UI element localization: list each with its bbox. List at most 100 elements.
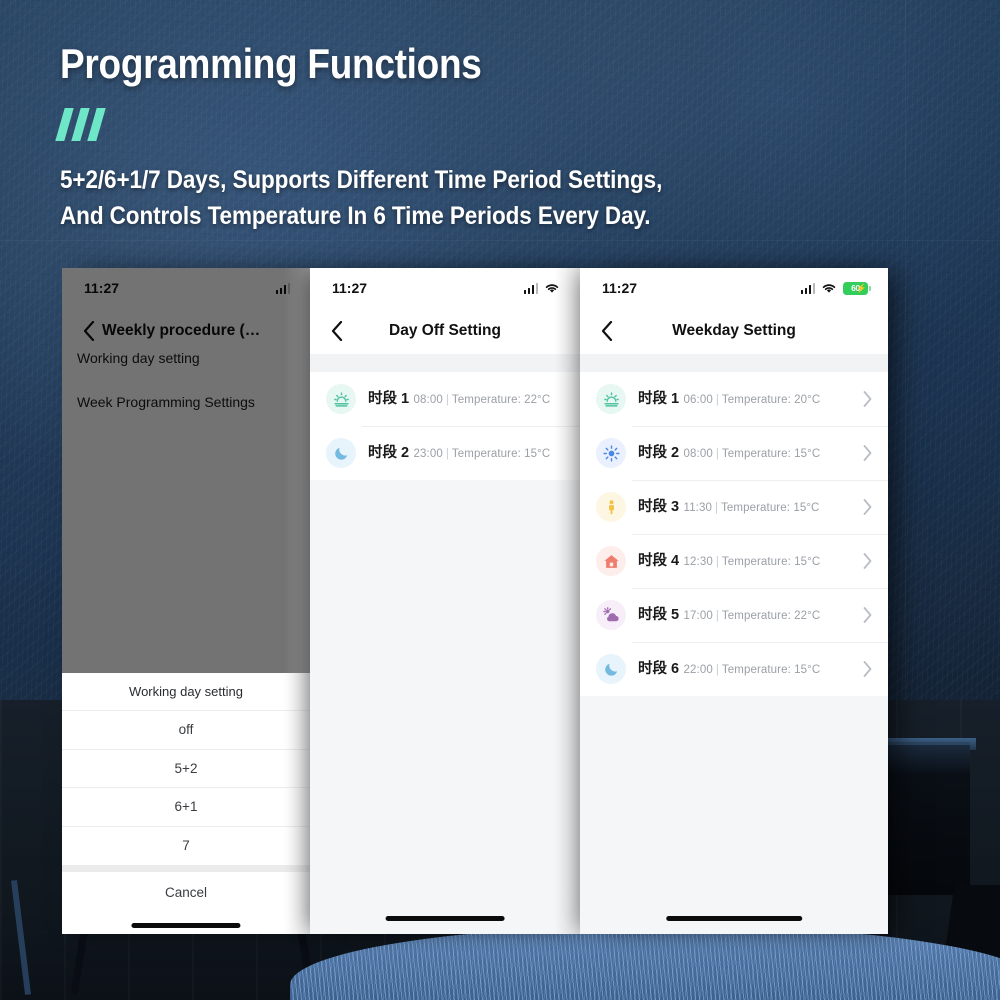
- list-item-text: 时段 3 11:30 | Temperature: 15°C: [638, 498, 851, 516]
- cancel-button[interactable]: Cancel: [62, 872, 310, 912]
- separator: |: [715, 663, 719, 676]
- menu-item-label: Working day setting: [77, 350, 200, 366]
- wall-seam-horizontal: [0, 240, 1000, 241]
- option-label: 5+2: [174, 760, 198, 776]
- cellular-signal-icon: [275, 282, 290, 294]
- list-item-text: 时段 4 12:30 | Temperature: 15°C: [638, 552, 851, 570]
- phone-screen-day-off-setting: 11:27 Day Off Setting 时段 1 08:00 | Tempe…: [310, 268, 580, 934]
- nav-bar: Day Off Setting: [310, 308, 580, 354]
- home-indicator[interactable]: [385, 916, 505, 921]
- wifi-icon: [545, 284, 559, 293]
- mid-screen: 11:27 Day Off Setting 时段 1 08:00 | Tempe…: [310, 268, 580, 934]
- period-temperature: Temperature: 22°C: [721, 609, 821, 622]
- period-time: 08:00: [413, 393, 443, 406]
- status-bar: 11:27: [310, 268, 580, 308]
- subtitle-line-1: 5+2/6+1/7 Days, Supports Different Time …: [60, 166, 663, 195]
- separator: |: [715, 393, 719, 406]
- chevron-right-icon[interactable]: [863, 391, 872, 407]
- home-indicator[interactable]: [131, 923, 241, 928]
- period-temperature: Temperature: 15°C: [721, 447, 821, 460]
- status-time: 11:27: [84, 280, 120, 296]
- period-list: 时段 1 06:00 | Temperature: 20°C 时段 2 08:0…: [580, 372, 888, 696]
- action-sheet-option-6plus1[interactable]: 6+1: [62, 788, 310, 827]
- chevron-left-icon[interactable]: [594, 318, 620, 344]
- list-item[interactable]: 时段 6 22:00 | Temperature: 15°C: [580, 642, 888, 696]
- sun-behind-cloud-icon: [596, 600, 626, 630]
- status-bar: 11:27: [62, 268, 310, 308]
- phone-screen-weekday-setting: 11:27 60 ⚡ Weekday Setting 时段 1 06:00 | …: [580, 268, 888, 934]
- list-item[interactable]: 时段 2 08:00 | Temperature: 15°C: [580, 426, 888, 480]
- period-time: 06:00: [683, 393, 713, 406]
- battery-icon: 60 ⚡: [843, 281, 871, 295]
- home-indicator[interactable]: [666, 916, 802, 921]
- option-label: 7: [182, 838, 190, 854]
- chevron-right-icon[interactable]: [863, 499, 872, 515]
- phone-screen-weekly-procedure: 11:27 Weekly procedure (working... Worki…: [62, 268, 310, 934]
- period-detail: 23:00 | Temperature: 15°C: [414, 448, 551, 460]
- action-sheet-option-5plus2[interactable]: 5+2: [62, 749, 310, 788]
- nav-bar: Weekday Setting: [580, 308, 888, 354]
- moon-icon: [326, 438, 356, 468]
- separator: |: [714, 501, 719, 514]
- period-detail: 08:00 | Temperature: 22°C: [414, 394, 551, 406]
- cancel-label: Cancel: [164, 884, 208, 900]
- period-detail: 22:00 | Temperature: 15°C: [684, 664, 821, 676]
- separator: |: [445, 393, 449, 406]
- product-banner-scene: Programming Functions 5+2/6+1/7 Days, Su…: [0, 0, 1000, 1000]
- list-top-spacer: [580, 354, 888, 372]
- sunrise-icon: [326, 384, 356, 414]
- wifi-icon: [822, 284, 836, 293]
- nav-title: Weekday Setting: [672, 322, 796, 339]
- menu-item-label: Week Programming Settings: [77, 394, 255, 410]
- list-item[interactable]: 时段 1 08:00 | Temperature: 22°C: [310, 372, 580, 426]
- accent-slashes: [55, 108, 820, 142]
- period-temperature: Temperature: 15°C: [721, 555, 821, 568]
- list-item-text: 时段 6 22:00 | Temperature: 15°C: [638, 660, 851, 678]
- menu-item-week-programming-settings[interactable]: Week Programming Settings: [62, 380, 310, 424]
- option-label: off: [178, 722, 194, 738]
- menu-item-working-day-setting[interactable]: Working day setting: [62, 336, 310, 380]
- chevron-right-icon[interactable]: [863, 553, 872, 569]
- action-sheet-divider: [62, 865, 310, 872]
- period-time: 11:30: [683, 501, 712, 514]
- cellular-signal-icon: [523, 282, 538, 294]
- period-temperature: Temperature: 22°C: [451, 393, 551, 406]
- subtitle-line-2: And Controls Temperature In 6 Time Perio…: [60, 201, 651, 230]
- action-sheet-option-7[interactable]: 7: [62, 826, 310, 865]
- chevron-right-icon[interactable]: [863, 445, 872, 461]
- period-list: 时段 1 08:00 | Temperature: 22°C 时段 2 23:00 |…: [310, 372, 580, 480]
- period-name: 时段 1: [638, 390, 680, 407]
- list-item-text: 时段 5 17:00 | Temperature: 22°C: [638, 606, 851, 624]
- list-item-text: 时段 2 23:00 | Temperature: 15°C: [368, 444, 564, 462]
- action-sheet-bottom-padding: [62, 912, 310, 934]
- chevron-right-icon[interactable]: [863, 661, 872, 677]
- period-temperature: Temperature: 15°C: [721, 663, 821, 676]
- list-item[interactable]: 时段 1 06:00 | Temperature: 20°C: [580, 372, 888, 426]
- separator: |: [445, 447, 449, 460]
- period-detail: 08:00 | Temperature: 15°C: [684, 448, 821, 460]
- list-item[interactable]: 时段 5 17:00 | Temperature: 22°C: [580, 588, 888, 642]
- nav-title: Day Off Setting: [389, 322, 501, 339]
- status-indicators: [523, 282, 561, 294]
- action-sheet-group: Working day setting off 5+2 6+1 7: [62, 672, 310, 865]
- accent-slash-icon: [87, 108, 106, 142]
- separator: |: [715, 447, 719, 460]
- period-name: 时段 3: [638, 498, 680, 515]
- list-item[interactable]: 时段 3 11:30 | Temperature: 15°C: [580, 480, 888, 534]
- action-sheet-working-day-setting: Working day setting off 5+2 6+1 7 Cancel: [62, 672, 310, 934]
- list-item[interactable]: 时段 2 23:00 | Temperature: 15°C: [310, 426, 580, 480]
- action-sheet-option-off[interactable]: off: [62, 711, 310, 750]
- period-name: 时段 1: [368, 390, 410, 407]
- chevron-left-icon[interactable]: [324, 318, 350, 344]
- status-time: 11:27: [602, 280, 638, 296]
- list-item[interactable]: 时段 4 12:30 | Temperature: 15°C: [580, 534, 888, 588]
- sunrise-icon: [596, 384, 626, 414]
- list-item-text: 时段 1 06:00 | Temperature: 20°C: [638, 390, 851, 408]
- period-name: 时段 4: [638, 552, 680, 569]
- headline-block: Programming Functions 5+2/6+1/7 Days, Su…: [55, 41, 820, 234]
- moon-icon: [596, 654, 626, 684]
- period-detail: 17:00 | Temperature: 22°C: [684, 610, 821, 622]
- chevron-right-icon[interactable]: [863, 607, 872, 623]
- period-temperature: Temperature: 15°C: [451, 447, 551, 460]
- period-temperature: Temperature: 15°C: [721, 501, 820, 514]
